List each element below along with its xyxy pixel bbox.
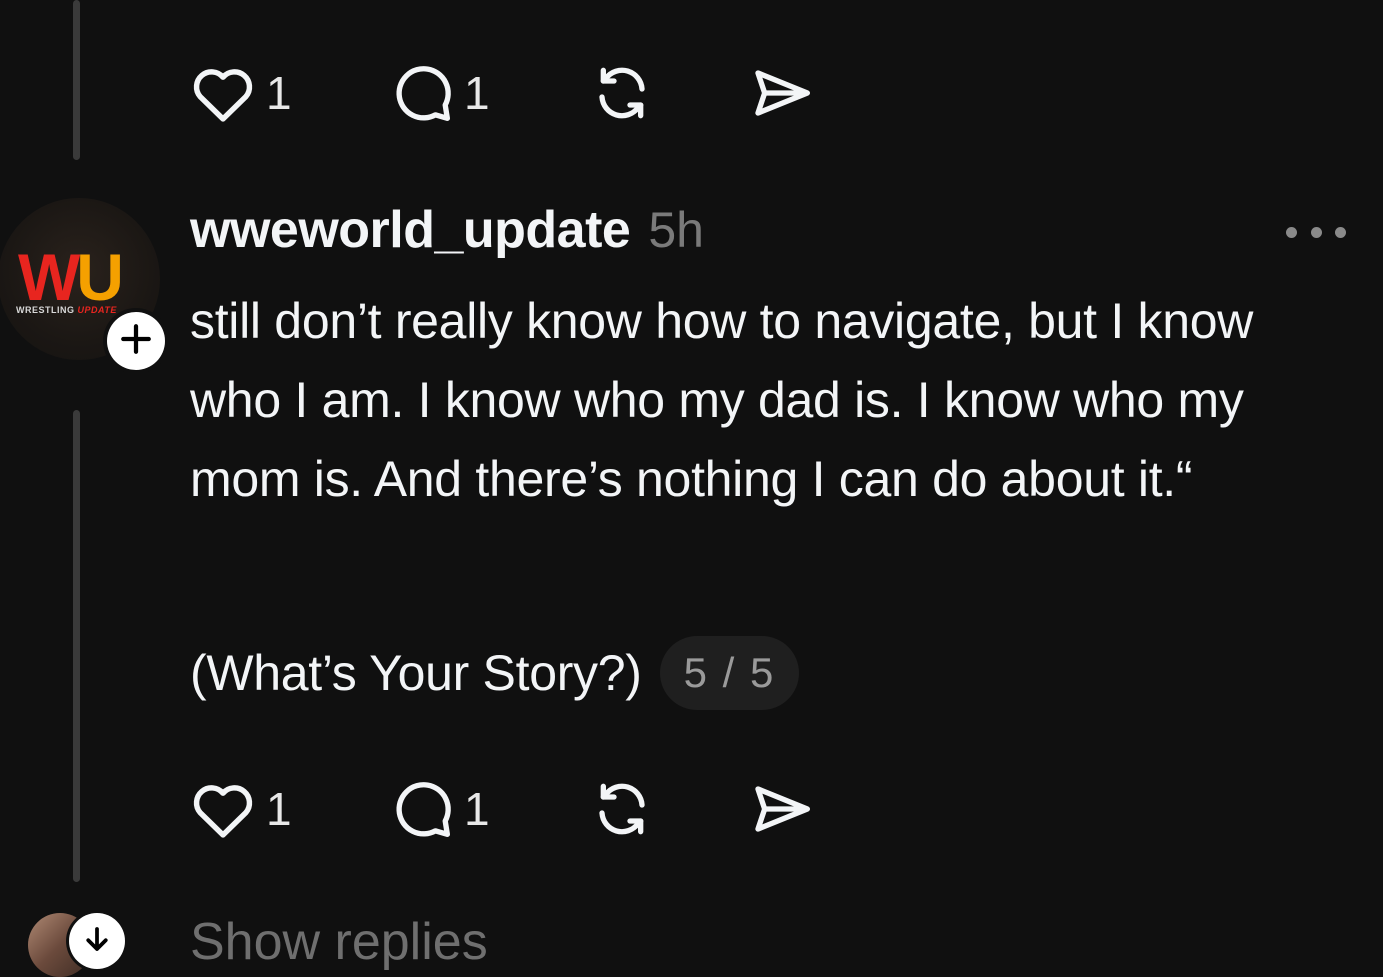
like-button[interactable]: 1 (190, 779, 390, 839)
repost-icon (590, 777, 654, 841)
post-action-bar: 1 1 (190, 774, 814, 844)
previous-post-action-bar: 1 1 (190, 58, 814, 128)
like-button[interactable]: 1 (190, 63, 390, 123)
share-button[interactable] (750, 777, 814, 841)
heart-icon (190, 63, 256, 123)
reply-button[interactable]: 1 (390, 61, 590, 125)
thread-line (73, 410, 80, 882)
like-count: 1 (266, 783, 292, 835)
send-icon (750, 777, 814, 841)
avatar-logo-subtitle: WRESTLING UPDATE (16, 305, 117, 315)
arrow-down-icon (82, 924, 112, 959)
share-button[interactable] (750, 61, 814, 125)
plus-icon (119, 322, 153, 361)
reply-count: 1 (464, 67, 490, 119)
post-body-text: still don’t really know how to navigate,… (190, 293, 1254, 507)
send-icon (750, 61, 814, 125)
username[interactable]: wweworld_update (190, 200, 631, 260)
follow-button[interactable] (103, 308, 169, 374)
repost-icon (590, 61, 654, 125)
thread-line-top (73, 0, 80, 160)
reply-count: 1 (464, 783, 490, 835)
story-link: (What’s Your Story?) (190, 645, 642, 701)
more-horizontal-icon (1286, 226, 1297, 238)
show-replies-link[interactable]: Show replies (190, 912, 488, 972)
heart-icon (190, 779, 256, 839)
post-footer: (What’s Your Story?) 5 / 5 (190, 636, 800, 710)
like-count: 1 (266, 67, 292, 119)
comment-icon (390, 777, 454, 841)
reply-button[interactable]: 1 (390, 777, 590, 841)
repost-button[interactable] (590, 777, 750, 841)
post-header: wweworld_update 5h (190, 200, 704, 264)
timestamp[interactable]: 5h (648, 201, 704, 259)
repost-button[interactable] (590, 61, 750, 125)
expand-replies-badge[interactable] (66, 910, 128, 972)
more-options-button[interactable] (1286, 220, 1346, 244)
comment-icon (390, 61, 454, 125)
page-indicator[interactable]: 5 / 5 (659, 636, 800, 710)
avatar-logo: WU (18, 240, 124, 314)
